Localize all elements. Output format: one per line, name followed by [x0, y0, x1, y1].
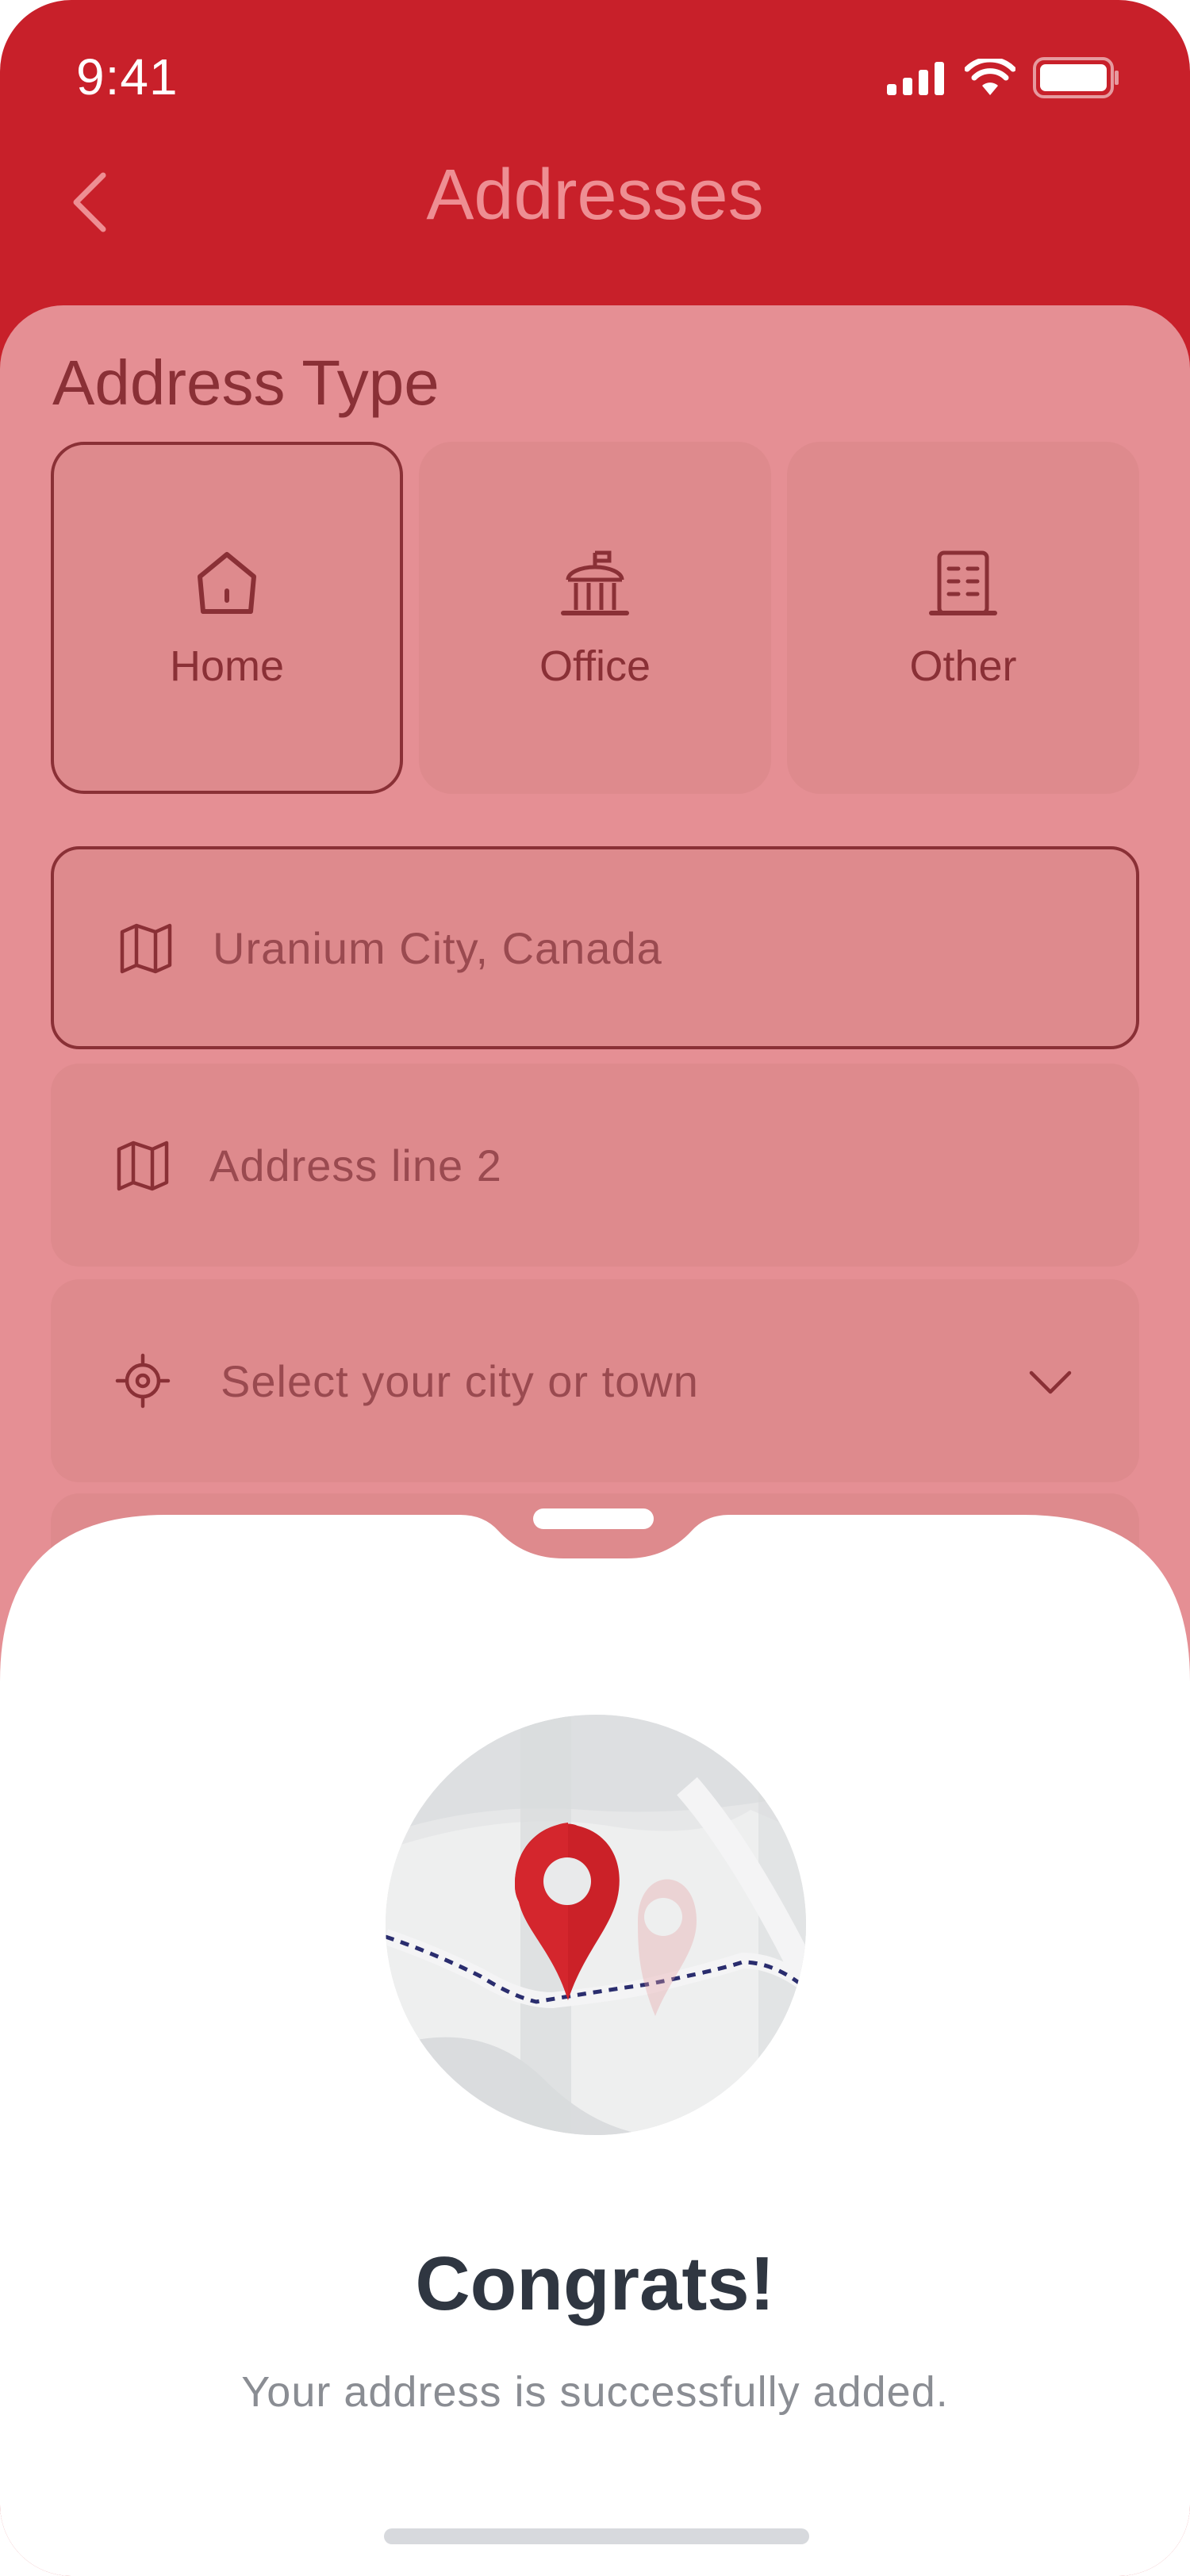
map-icon [120, 923, 172, 974]
office-building-icon [561, 550, 629, 615]
address-type-office[interactable]: Office [419, 442, 771, 794]
address-type-home[interactable]: Home [51, 442, 403, 794]
battery-icon [1033, 57, 1120, 102]
sheet-drag-handle[interactable] [533, 1508, 654, 1529]
address-line-1-field[interactable]: Uranium City, Canada [51, 846, 1139, 1049]
location-target-icon [115, 1353, 171, 1409]
success-title: Congrats! [415, 2241, 775, 2326]
map-location-illustration [386, 1715, 806, 2135]
status-time: 9:41 [76, 48, 178, 105]
page-title: Addresses [426, 155, 764, 235]
status-bar: 9:41 [0, 0, 1190, 151]
home-icon [198, 552, 256, 614]
address-type-other[interactable]: Other [787, 442, 1139, 794]
address-type-label-home: Home [169, 642, 285, 690]
wifi-icon [964, 56, 1016, 101]
success-message: Your address is successfully added. [241, 2368, 949, 2416]
city-select-placeholder: Select your city or town [221, 1355, 699, 1406]
address-line-1-value: Uranium City, Canada [213, 922, 662, 973]
address-line-2-placeholder: Address line 2 [209, 1140, 502, 1190]
address-type-label: Address Type [52, 347, 440, 418]
other-building-icon [929, 550, 997, 615]
address-type-label-office: Office [539, 642, 651, 690]
chevron-down-icon [1029, 1370, 1072, 1394]
status-icons [887, 56, 1120, 102]
city-select-field[interactable]: Select your city or town [51, 1279, 1139, 1482]
signal-icon [887, 60, 947, 99]
address-line-2-field[interactable]: Address line 2 [51, 1064, 1139, 1267]
home-indicator[interactable] [384, 2528, 809, 2544]
app-screen: 9:41 Addresses Address Type Home Office … [0, 0, 1190, 2576]
address-type-label-other: Other [909, 642, 1017, 690]
map-icon [117, 1140, 169, 1191]
